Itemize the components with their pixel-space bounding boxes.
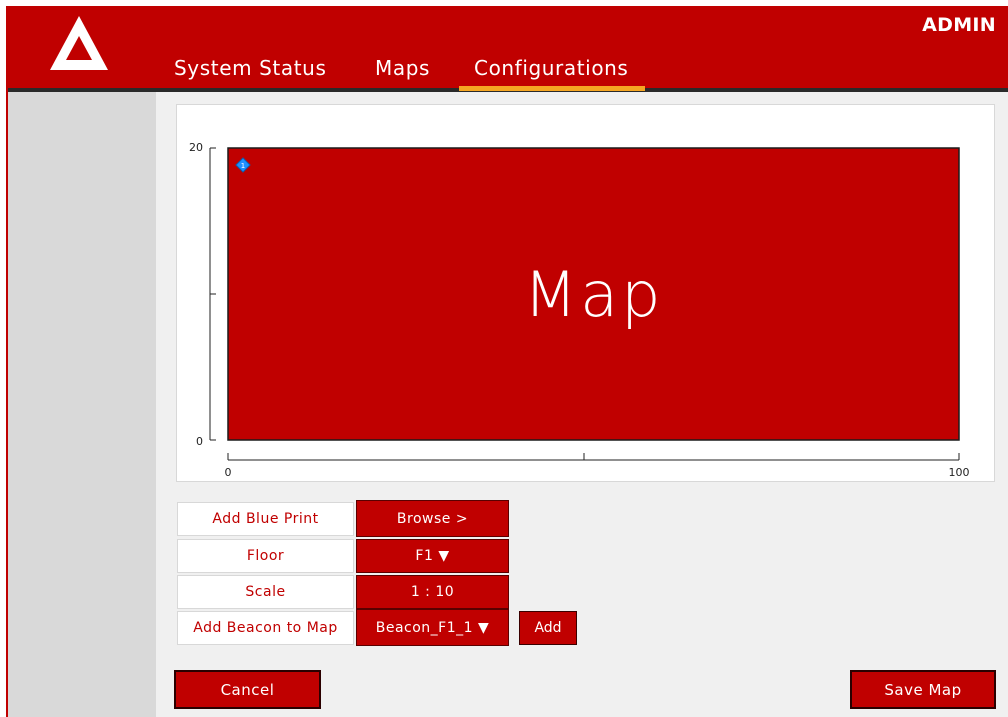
map-area[interactable] [227,147,960,441]
sidebar [8,92,156,717]
tab-system-status[interactable]: System Status [174,56,326,80]
add-beacon-label: Add Beacon to Map [177,611,354,645]
cancel-button[interactable]: Cancel [174,670,321,709]
save-map-button[interactable]: Save Map [850,670,996,709]
browse-button[interactable]: Browse > [356,500,509,537]
scale-field[interactable]: 1 : 10 [356,575,509,609]
y-tick-label-max: 20 [189,141,203,154]
beacon-number: 1 [241,162,245,170]
tab-configurations[interactable]: Configurations [474,56,628,80]
x-tick-label-min: 0 [225,466,232,479]
logo-icon [50,16,108,70]
beacon-select[interactable]: Beacon_F1_1 ▼ [356,609,509,646]
y-tick-label-min: 0 [196,435,203,448]
add-blueprint-label: Add Blue Print [177,502,354,536]
x-tick-label-max: 100 [949,466,970,479]
floor-select[interactable]: F1 ▼ [356,539,509,573]
add-beacon-button[interactable]: Add [519,611,577,645]
tab-maps[interactable]: Maps [375,56,430,80]
active-tab-indicator [459,86,645,91]
scale-label: Scale [177,575,354,609]
map-canvas[interactable]: 20 0 0 100 1 [176,104,995,482]
admin-user-label[interactable]: ADMIN [922,14,996,36]
floor-label: Floor [177,539,354,573]
